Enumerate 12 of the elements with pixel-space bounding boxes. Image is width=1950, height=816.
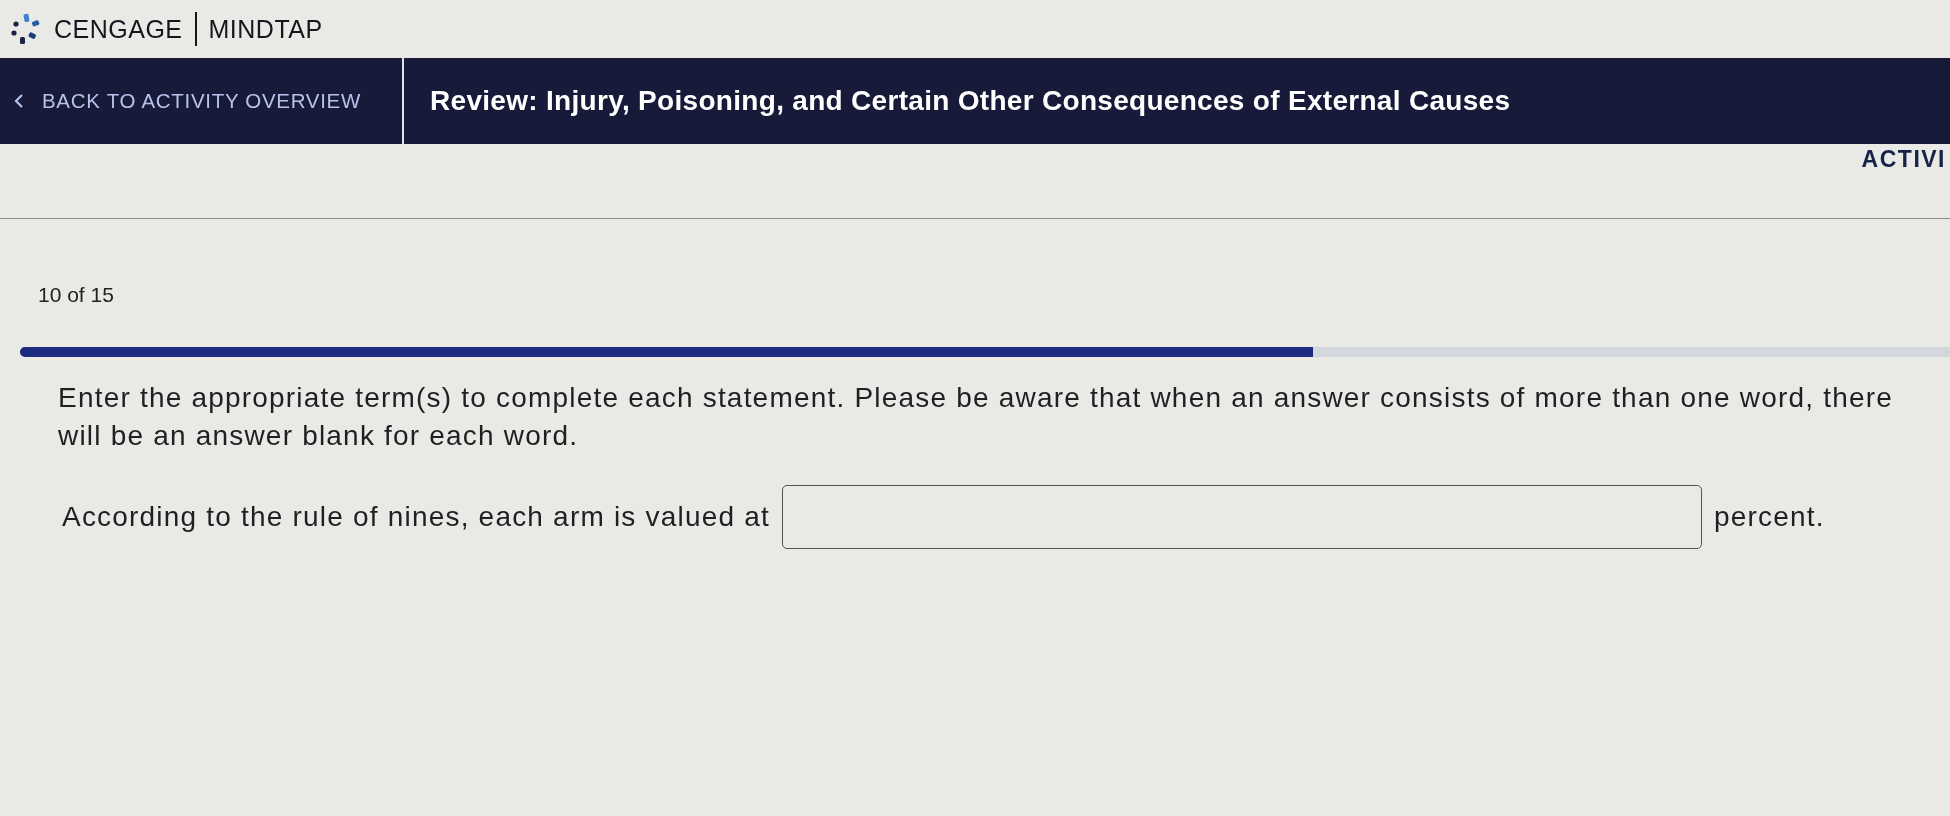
activity-title: Review: Injury, Poisoning, and Certain Other Consequences of External Causes [429,84,1511,118]
company-name: CENGAGE [54,14,183,44]
activity-tab[interactable]: ACTIVI [1861,146,1946,173]
product-name: MINDTAP [208,14,323,44]
logo-icon [10,13,42,45]
question-prompt: According to the rule of nines, each arm is valued at [62,501,770,533]
progress-label: 10 of 15 [38,283,115,307]
answer-suffix: percent. [1713,501,1825,533]
answer-field[interactable] [781,485,1702,549]
chevron-left-icon [14,93,24,109]
instructions-text: Enter the appropriate term(s) to complete each statement. Please be aware that when an answer consists of more than one word, there will be an answer blank for each word. [58,381,1894,453]
back-link[interactable]: BACK TO ACTIVITY OVERVIEW [14,89,361,113]
